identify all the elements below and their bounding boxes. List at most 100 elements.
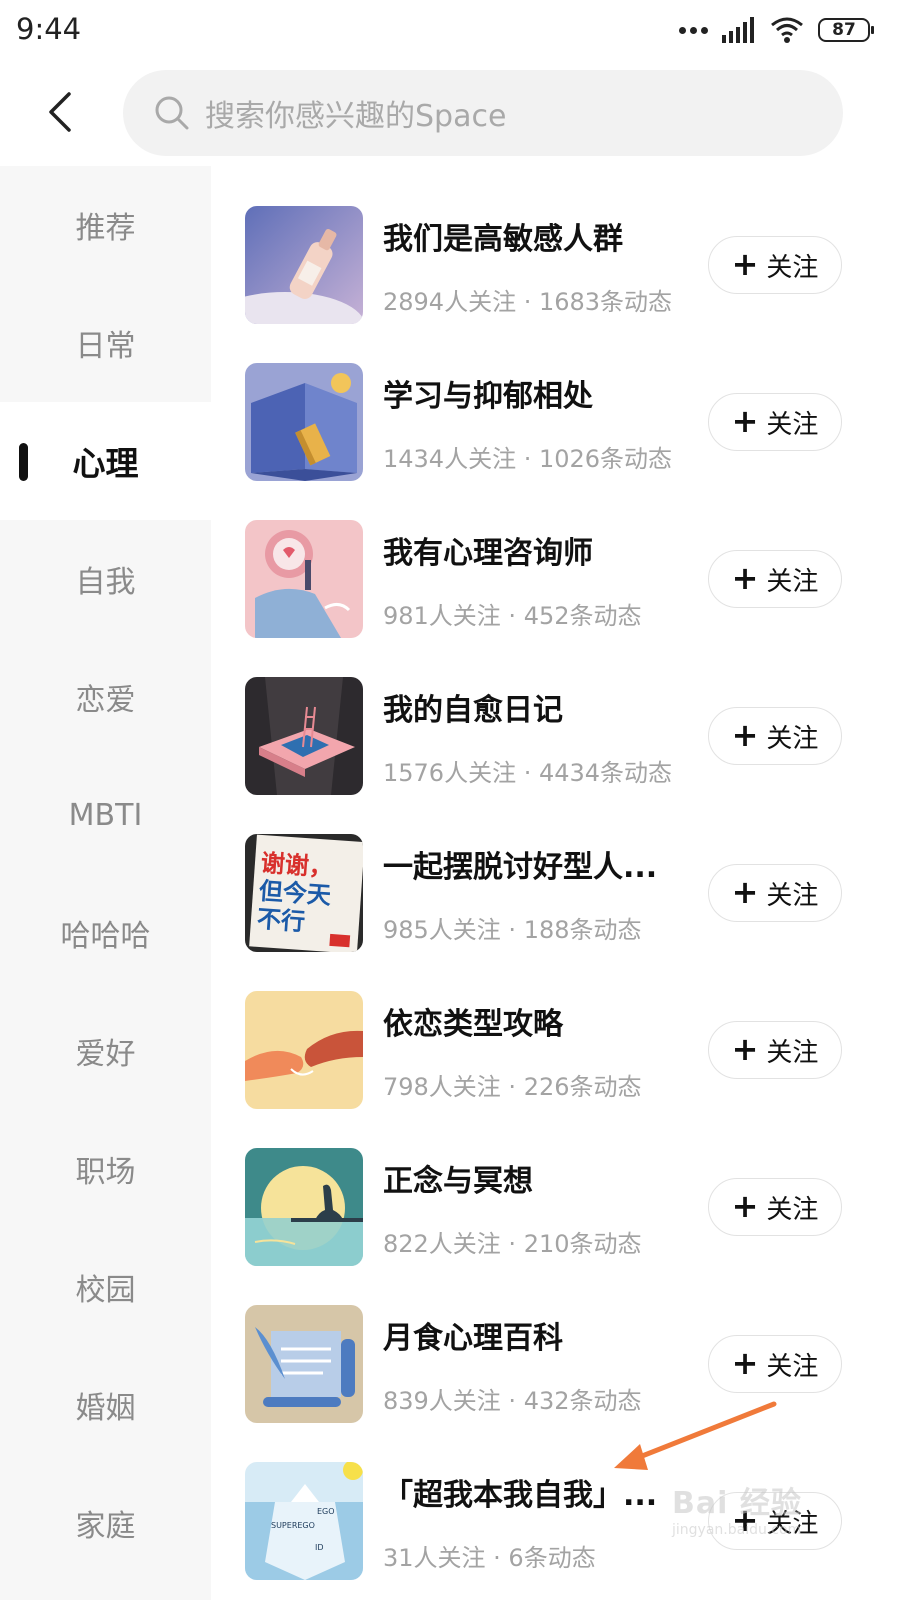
list-item[interactable]: 我有心理咨询师 981人关注 · 452条动态 + 关注	[211, 480, 900, 638]
plus-icon: +	[731, 872, 759, 911]
diary-image	[245, 677, 363, 795]
follow-button[interactable]: + 关注	[708, 393, 842, 451]
status-bar: 9:44 87	[0, 0, 900, 62]
follow-label: 关注	[766, 252, 819, 283]
plus-icon: +	[731, 1186, 759, 1225]
space-thumbnail	[245, 1148, 363, 1266]
sidebar-item-label: 心理	[72, 444, 139, 483]
wifi-icon	[771, 17, 803, 43]
follow-button[interactable]: + 关注	[708, 236, 842, 294]
follow-label: 关注	[766, 1194, 819, 1225]
meditation-image	[245, 1148, 363, 1266]
follow-label: 关注	[766, 1037, 819, 1068]
follow-button[interactable]: + 关注	[708, 864, 842, 922]
book-room-image	[245, 363, 363, 481]
plus-icon: +	[731, 715, 759, 754]
iceberg-label: ID	[315, 1543, 324, 1552]
signal-icon	[722, 17, 754, 43]
space-stats: 1576人关注 · 4434条动态	[383, 759, 673, 787]
space-title: 我们是高敏感人群	[383, 222, 623, 257]
sidebar-item-label: 自我	[75, 565, 136, 600]
status-icons: 87	[679, 14, 874, 46]
iceberg-label: SUPEREGO	[271, 1521, 315, 1530]
space-stats: 981人关注 · 452条动态	[383, 602, 642, 630]
sidebar-item-label: MBTI	[68, 797, 143, 833]
sidebar-item-marriage[interactable]: 婚姻	[0, 1346, 211, 1464]
sidebar-item-daily[interactable]: 日常	[0, 284, 211, 402]
space-title: 一起摆脱讨好型人...	[383, 850, 658, 885]
annotation-arrow	[614, 1401, 777, 1470]
chevron-left-icon	[49, 92, 71, 132]
space-stats: 822人关注 · 210条动态	[383, 1230, 642, 1258]
sidebar-item-family[interactable]: 家庭	[0, 1464, 211, 1582]
space-title: 学习与抑郁相处	[383, 379, 593, 414]
space-stats: 2894人关注 · 1683条动态	[383, 288, 673, 316]
space-list: 我们是高敏感人群 2894人关注 · 1683条动态 + 关注 学习与抑郁相处 1…	[211, 166, 900, 1600]
list-item[interactable]: 我们是高敏感人群 2894人关注 · 1683条动态 + 关注	[211, 166, 900, 324]
plus-icon: +	[731, 244, 759, 283]
space-stats: 798人关注 · 226条动态	[383, 1073, 642, 1101]
category-sidebar: 推荐 日常 心理 自我 恋爱 MBTI 哈哈哈 爱好 职场 校园 婚姻 家庭	[0, 166, 211, 1600]
follow-button[interactable]: + 关注	[708, 707, 842, 765]
space-thumbnail	[245, 677, 363, 795]
list-item[interactable]: 正念与冥想 822人关注 · 210条动态 + 关注	[211, 1108, 900, 1266]
sidebar-item-love[interactable]: 恋爱	[0, 638, 211, 756]
sidebar-item-label: 校园	[75, 1273, 136, 1308]
dots-icon	[679, 26, 708, 34]
follow-button[interactable]: + 关注	[708, 550, 842, 608]
book-cover-image: 谢谢， 但今天 不行	[245, 834, 363, 952]
space-stats: 31人关注 · 6条动态	[383, 1544, 596, 1572]
follow-label: 关注	[766, 566, 819, 597]
space-thumbnail: SUPEREGO EGO ID	[245, 1462, 363, 1580]
book-cover-line: 不行	[256, 905, 306, 936]
battery-icon: 87	[818, 18, 874, 42]
back-button[interactable]	[30, 82, 90, 142]
sidebar-item-mbti[interactable]: MBTI	[0, 756, 211, 874]
list-item[interactable]: 依恋类型攻略 798人关注 · 226条动态 + 关注	[211, 951, 900, 1109]
sidebar-item-hahaha[interactable]: 哈哈哈	[0, 874, 211, 992]
plus-icon: +	[731, 1343, 759, 1382]
space-thumbnail	[245, 363, 363, 481]
sidebar-item-hobby[interactable]: 爱好	[0, 992, 211, 1110]
follow-label: 关注	[766, 1351, 819, 1382]
sidebar-item-label: 家庭	[75, 1509, 136, 1544]
status-time: 9:44	[16, 12, 82, 46]
sidebar-item-label: 婚姻	[75, 1391, 136, 1426]
space-title: 正念与冥想	[383, 1164, 533, 1199]
sidebar-item-recommend[interactable]: 推荐	[0, 166, 211, 284]
space-thumbnail	[245, 520, 363, 638]
watermark-site: jingyan.baidu.com	[672, 1522, 802, 1538]
follow-label: 关注	[766, 880, 819, 911]
follow-button[interactable]: + 关注	[708, 1021, 842, 1079]
space-thumbnail: 谢谢， 但今天 不行	[245, 834, 363, 952]
list-item[interactable]: 我的自愈日记 1576人关注 · 4434条动态 + 关注	[211, 637, 900, 795]
sidebar-item-label: 日常	[75, 329, 136, 364]
search-input[interactable]: 搜索你感兴趣的Space	[123, 70, 843, 156]
space-title: 月食心理百科	[383, 1321, 563, 1356]
sidebar-item-campus[interactable]: 校园	[0, 1228, 211, 1346]
sidebar-item-psychology[interactable]: 心理	[0, 402, 211, 520]
list-item[interactable]: 学习与抑郁相处 1434人关注 · 1026条动态 + 关注	[211, 323, 900, 481]
sidebar-item-workplace[interactable]: 职场	[0, 1110, 211, 1228]
space-thumbnail	[245, 991, 363, 1109]
list-item[interactable]: 谢谢， 但今天 不行 一起摆脱讨好型人... 985人关注 · 188条动态 +…	[211, 794, 900, 952]
watermark-logo: Bai 经验	[672, 1486, 802, 1521]
sidebar-item-label: 哈哈哈	[60, 919, 151, 954]
active-indicator	[19, 443, 28, 481]
follow-button[interactable]: + 关注	[708, 1178, 842, 1236]
plus-icon: +	[731, 1029, 759, 1068]
iceberg-image: SUPEREGO EGO ID	[245, 1462, 363, 1580]
search-icon	[155, 96, 189, 130]
iceberg-label: EGO	[317, 1507, 335, 1516]
plus-icon: +	[731, 401, 759, 440]
therapist-image	[245, 520, 363, 638]
list-item[interactable]: 月食心理百科 839人关注 · 432条动态 + 关注	[211, 1265, 900, 1423]
follow-button[interactable]: + 关注	[708, 1335, 842, 1393]
space-title: 我的自愈日记	[383, 693, 563, 728]
space-title: 我有心理咨询师	[383, 536, 593, 571]
space-stats: 985人关注 · 188条动态	[383, 916, 642, 944]
sidebar-item-self[interactable]: 自我	[0, 520, 211, 638]
space-thumbnail	[245, 1305, 363, 1423]
follow-label: 关注	[766, 409, 819, 440]
holding-hands-image	[245, 991, 363, 1109]
